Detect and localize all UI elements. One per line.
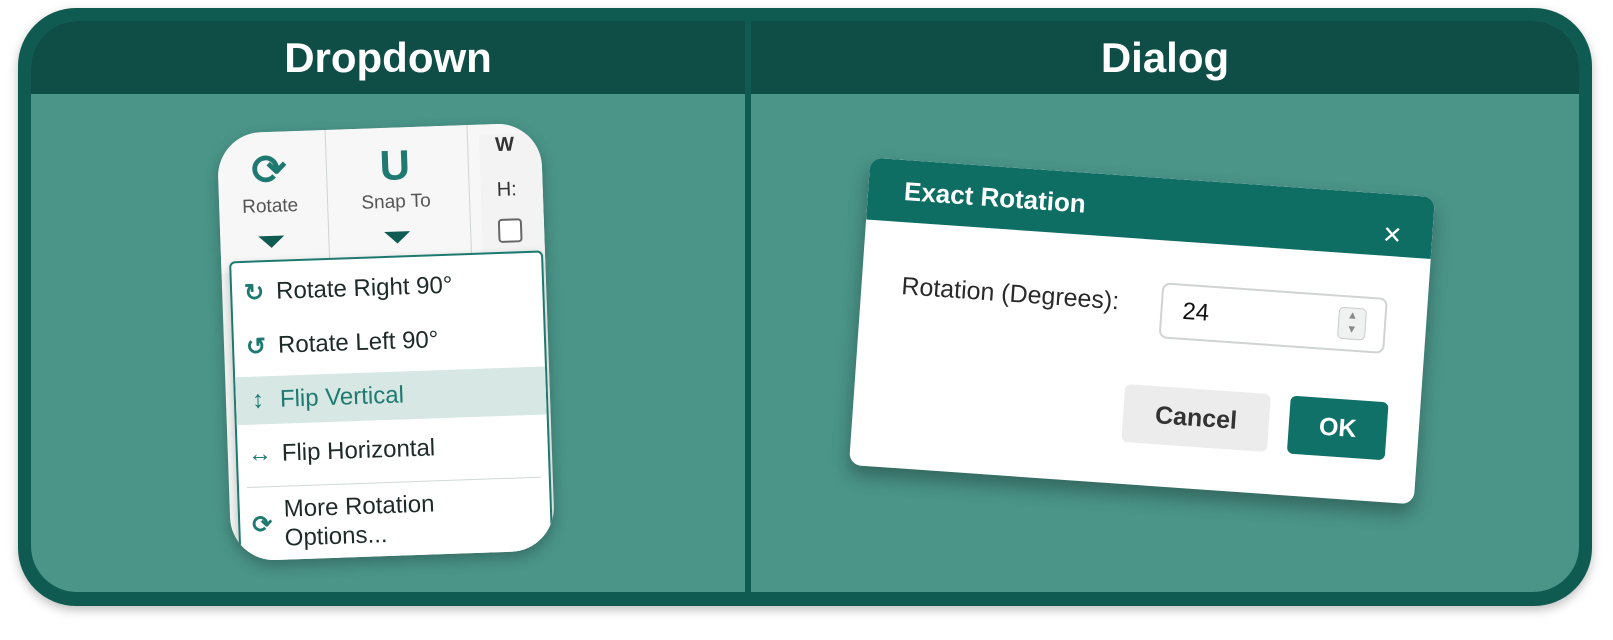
width-label-icon: W bbox=[494, 133, 515, 157]
dialog-title: Exact Rotation bbox=[903, 176, 1087, 219]
dropdown-panel: Dropdown ⟳ Rotate U Snap To W H: ↻ Rotat… bbox=[31, 21, 745, 592]
dropdown-screenshot: ⟳ Rotate U Snap To W H: ↻ Rotate Right 9… bbox=[216, 122, 556, 562]
rotation-degrees-input[interactable]: 24 ▲ ▼ bbox=[1158, 282, 1388, 354]
menu-item-label: Flip Horizontal bbox=[281, 434, 436, 467]
rotate-icon: ⟳ bbox=[250, 145, 288, 194]
dialog-panel-title: Dialog bbox=[751, 21, 1579, 94]
magnet-icon: U bbox=[378, 141, 411, 190]
flip-vertical-icon: ↕ bbox=[251, 386, 265, 414]
snap-to-label: Snap To bbox=[361, 190, 432, 214]
snap-dropdown-caret-icon[interactable] bbox=[384, 231, 411, 244]
menu-item-flip-vertical[interactable]: ↕ Flip Vertical bbox=[235, 366, 547, 426]
spinner-arrows-icon[interactable]: ▲ ▼ bbox=[1336, 306, 1368, 341]
menu-item-rotate-right[interactable]: ↻ Rotate Right 90° bbox=[231, 259, 542, 318]
rotate-dropdown-menu: ↻ Rotate Right 90° ↺ Rotate Left 90° ↕ F… bbox=[229, 250, 554, 562]
rotation-field-label: Rotation (Degrees): bbox=[900, 272, 1121, 316]
dropdown-panel-title: Dropdown bbox=[31, 21, 745, 94]
rotate-right-icon: ↻ bbox=[243, 278, 265, 307]
rotate-label: Rotate bbox=[241, 194, 299, 218]
close-icon[interactable]: ✕ bbox=[1381, 222, 1403, 250]
menu-item-more-rotation-options[interactable]: ⟳ More Rotation Options... bbox=[239, 480, 551, 561]
dialog-panel: Dialog Exact Rotation ✕ Rotation (Degree… bbox=[751, 21, 1579, 592]
dialog-titlebar: Exact Rotation ✕ bbox=[866, 157, 1436, 259]
menu-item-label: Rotate Left 90° bbox=[277, 326, 439, 359]
menu-item-label: More Rotation Options... bbox=[283, 490, 435, 552]
menu-item-rotate-left[interactable]: ↺ Rotate Left 90° bbox=[233, 313, 544, 372]
exact-rotation-dialog: Exact Rotation ✕ Rotation (Degrees): 24 … bbox=[848, 157, 1436, 505]
comparison-frame: Dropdown ⟳ Rotate U Snap To W H: ↻ Rotat… bbox=[18, 8, 1592, 606]
ribbon-divider bbox=[466, 125, 473, 265]
lock-aspect-checkbox[interactable] bbox=[497, 218, 523, 244]
ok-button[interactable]: OK bbox=[1286, 395, 1389, 461]
rotate-left-icon: ↺ bbox=[245, 332, 267, 361]
menu-item-label: Rotate Right 90° bbox=[275, 271, 453, 305]
menu-item-flip-horizontal[interactable]: ↔ Flip Horizontal bbox=[237, 420, 548, 479]
rotate-button[interactable]: ⟳ Rotate bbox=[217, 142, 323, 249]
rotate-dropdown-caret-icon[interactable] bbox=[258, 235, 285, 249]
rotate-options-icon: ⟳ bbox=[251, 510, 273, 539]
flip-horizontal-icon: ↔ bbox=[247, 440, 273, 468]
height-label: H: bbox=[496, 178, 518, 202]
snap-to-button[interactable]: U Snap To bbox=[327, 137, 465, 246]
menu-item-label: Flip Vertical bbox=[279, 381, 405, 413]
cancel-button[interactable]: Cancel bbox=[1121, 383, 1271, 453]
rotation-value: 24 bbox=[1181, 297, 1211, 327]
